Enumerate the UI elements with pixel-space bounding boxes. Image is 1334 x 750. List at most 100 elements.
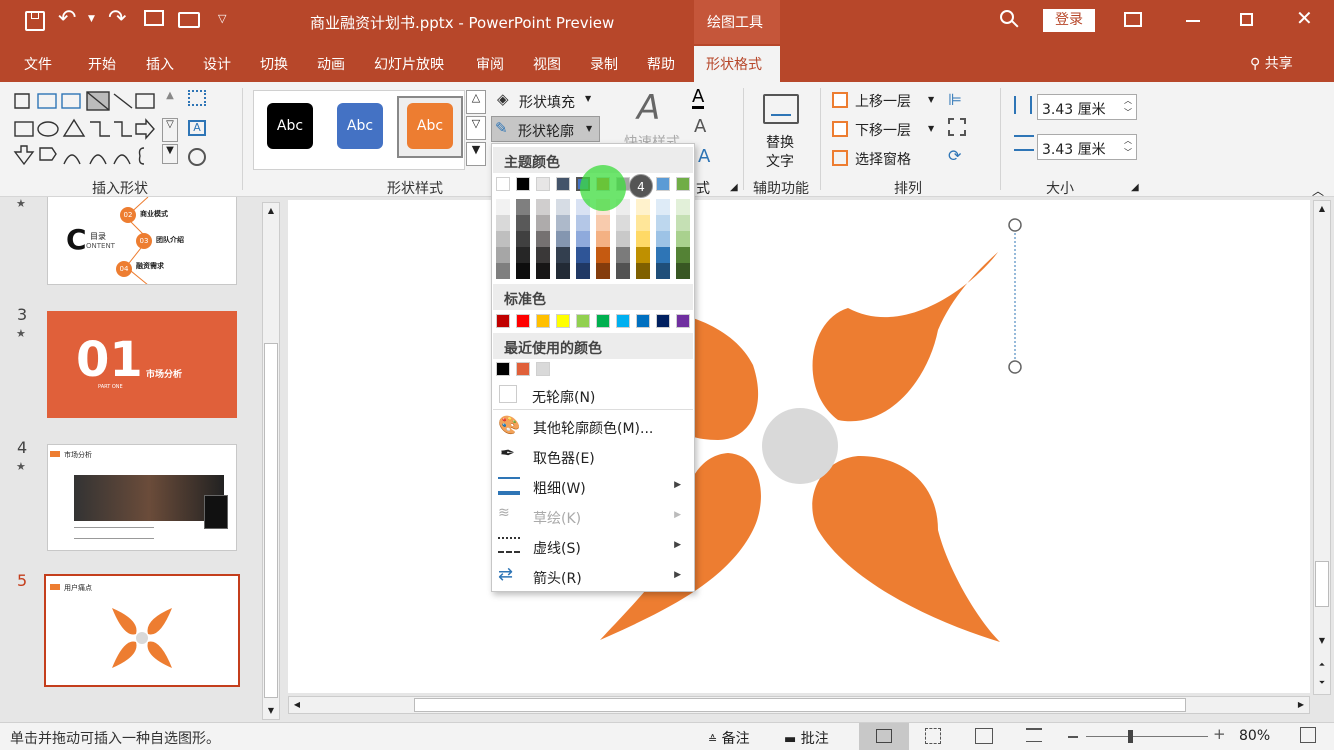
theme-shade-swatch[interactable] — [656, 247, 670, 263]
flower-shape[interactable] — [288, 200, 1310, 693]
size-launcher-icon[interactable]: ◢ — [1131, 182, 1139, 193]
customize-toolbar-icon[interactable]: ▽ — [218, 12, 226, 25]
theme-shade-swatch[interactable] — [676, 263, 690, 279]
canvas-hscroll-thumb[interactable] — [414, 698, 1186, 712]
canvas-scroll-left[interactable]: ◀ — [289, 697, 305, 713]
zoom-in-icon[interactable]: + — [1213, 725, 1226, 743]
shapes-expand[interactable]: ▼ — [162, 144, 178, 164]
theme-shade-swatch[interactable] — [556, 263, 570, 279]
theme-shade-swatch[interactable] — [516, 247, 530, 263]
dashes-item[interactable]: 虚线(S) ▶ — [493, 531, 693, 561]
open-folder-icon[interactable] — [178, 12, 200, 28]
theme-shade-swatch[interactable] — [616, 215, 630, 231]
theme-shade-swatch[interactable] — [596, 215, 610, 231]
canvas-horizontal-scrollbar[interactable]: ◀ ▶ — [288, 696, 1310, 714]
normal-view-button[interactable] — [859, 723, 909, 750]
theme-shade-swatch[interactable] — [516, 215, 530, 231]
theme-shade-swatch[interactable] — [556, 199, 570, 215]
tab-review[interactable]: 审阅 — [476, 54, 504, 74]
slide-thumbnail-2[interactable]: C 目录 ONTENT 02 商业模式 03 团队介绍 04 融资需求 — [47, 197, 237, 285]
save-icon[interactable] — [25, 11, 45, 31]
alt-text-line2[interactable]: 文字 — [766, 151, 794, 171]
slide-canvas[interactable] — [288, 200, 1310, 693]
theme-shade-swatch[interactable] — [636, 199, 650, 215]
quick-styles-icon[interactable]: A — [637, 88, 660, 128]
slide-sorter-icon[interactable] — [925, 728, 941, 744]
slide-thumbnail-4[interactable]: 市场分析 — [47, 444, 237, 551]
alt-text-icon[interactable] — [763, 94, 799, 124]
theme-shade-swatch[interactable] — [536, 199, 550, 215]
zoom-out-icon[interactable] — [1068, 736, 1078, 738]
comments-button[interactable]: ▬ 批注 — [784, 728, 829, 748]
theme-color-swatch[interactable] — [496, 177, 510, 191]
theme-shade-swatch[interactable] — [576, 231, 590, 247]
style-preset-black[interactable]: Abc — [267, 103, 313, 149]
standard-color-swatch[interactable] — [596, 314, 610, 328]
theme-shade-swatch[interactable] — [536, 247, 550, 263]
text-outline-icon[interactable]: A — [694, 116, 706, 137]
theme-shade-swatch[interactable] — [556, 215, 570, 231]
login-button[interactable]: 登录 — [1043, 9, 1095, 32]
tab-help[interactable]: 帮助 — [647, 54, 675, 74]
height-input[interactable]: 3.43 厘米 ︿ ﹀ — [1037, 94, 1137, 120]
eyedropper-item[interactable]: ✒ 取色器(E) — [493, 441, 693, 471]
zoom-slider[interactable] — [1086, 730, 1208, 743]
tab-home[interactable]: 开始 — [88, 54, 116, 74]
theme-shade-swatch[interactable] — [636, 263, 650, 279]
tab-view[interactable]: 视图 — [533, 54, 561, 74]
styles-expand[interactable]: ▼ — [466, 142, 486, 166]
recent-color-swatch[interactable] — [496, 362, 510, 376]
redo-icon[interactable]: ↷ — [108, 6, 126, 31]
shape-fill-button[interactable]: ◈ 形状填充 ▼ — [495, 90, 605, 112]
canvas-scroll-thumb[interactable] — [1315, 561, 1329, 607]
theme-color-swatch[interactable] — [516, 177, 530, 191]
theme-color-swatch[interactable] — [556, 177, 570, 191]
selection-pane-button[interactable]: 选择窗格 — [830, 148, 940, 170]
slide-thumbnail-3[interactable]: 01 市场分析 PART ONE — [47, 311, 237, 418]
theme-shade-swatch[interactable] — [636, 215, 650, 231]
canvas-scroll-down[interactable]: ▼ — [1314, 633, 1330, 649]
maximize-icon[interactable] — [1240, 13, 1253, 26]
theme-shade-swatch[interactable] — [636, 247, 650, 263]
width-spinner-icon[interactable]: ︿ ﹀ — [1124, 135, 1132, 159]
tab-animations[interactable]: 动画 — [317, 54, 345, 74]
align-icon[interactable]: ⊫ — [948, 90, 962, 109]
more-outline-colors-item[interactable]: 🎨 其他轮廓颜色(M)... — [493, 411, 693, 441]
standard-color-swatch[interactable] — [556, 314, 570, 328]
presenter-icon[interactable] — [144, 10, 164, 26]
thumbnail-scroll-up[interactable]: ▲ — [263, 203, 279, 219]
standard-color-swatch[interactable] — [536, 314, 550, 328]
no-outline-item[interactable]: 无轮廓(N) — [493, 380, 693, 410]
bring-forward-button[interactable]: 上移一层 ▼ — [830, 90, 940, 112]
theme-shade-swatch[interactable] — [596, 231, 610, 247]
style-preset-blue[interactable]: Abc — [337, 103, 383, 149]
wordart-launcher-icon[interactable]: ◢ — [730, 182, 738, 193]
notes-button[interactable]: ≙ 备注 — [708, 728, 750, 748]
standard-color-swatch[interactable] — [656, 314, 670, 328]
thumbnail-scroll-down[interactable]: ▼ — [263, 703, 279, 719]
theme-shade-swatch[interactable] — [596, 263, 610, 279]
arrows-item[interactable]: ⇄ 箭头(R) ▶ — [493, 561, 693, 591]
ribbon-display-icon[interactable] — [1124, 12, 1142, 27]
theme-shade-swatch[interactable] — [576, 215, 590, 231]
canvas-scroll-up[interactable]: ▲ — [1314, 201, 1330, 217]
tab-insert[interactable]: 插入 — [146, 54, 174, 74]
theme-shade-swatch[interactable] — [616, 263, 630, 279]
send-backward-button[interactable]: 下移一层 ▼ — [830, 119, 940, 141]
theme-shade-swatch[interactable] — [516, 263, 530, 279]
theme-shade-swatch[interactable] — [576, 247, 590, 263]
slideshow-icon[interactable] — [1026, 728, 1042, 742]
tab-file[interactable]: 文件 — [24, 54, 52, 74]
text-fill-icon[interactable]: A — [692, 88, 705, 109]
standard-color-swatch[interactable] — [496, 314, 510, 328]
theme-shade-swatch[interactable] — [576, 263, 590, 279]
recent-color-swatch[interactable] — [536, 362, 550, 376]
theme-shade-swatch[interactable] — [496, 199, 510, 215]
prev-slide-icon[interactable]: ⏶ — [1314, 657, 1330, 673]
tab-transitions[interactable]: 切换 — [260, 54, 288, 74]
canvas-vertical-scrollbar[interactable]: ▲ ▼ ⏶ ⏷ — [1313, 200, 1331, 695]
tab-design[interactable]: 设计 — [203, 54, 231, 74]
merge-shapes-icon[interactable] — [188, 148, 206, 166]
search-icon[interactable] — [1000, 10, 1019, 28]
standard-color-swatch[interactable] — [676, 314, 690, 328]
